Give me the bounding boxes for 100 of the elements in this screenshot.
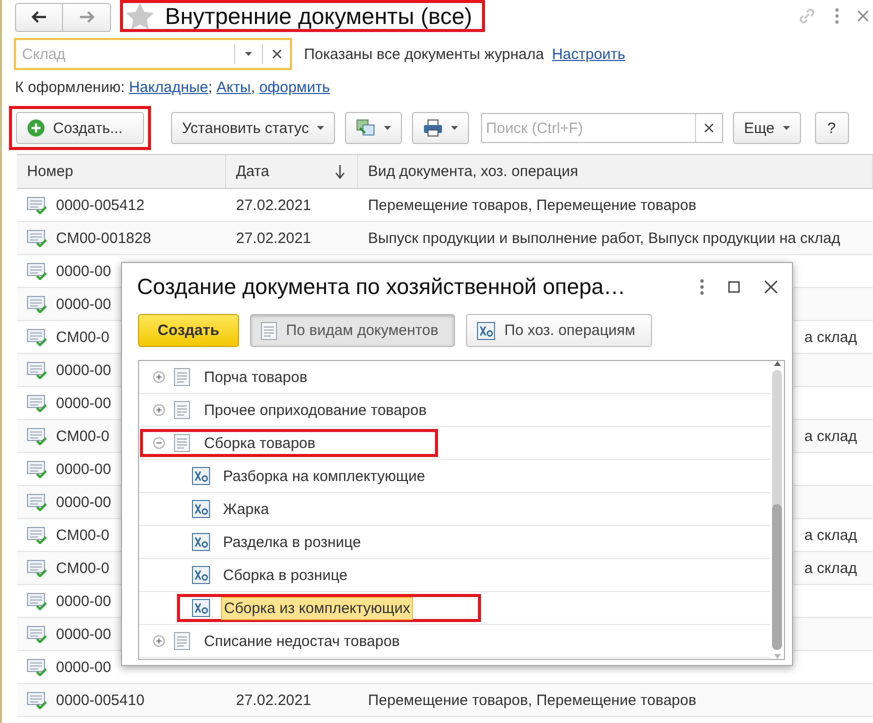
expand-icon[interactable] [153,635,165,647]
table-cell: а склад [804,560,857,576]
tree-item[interactable]: Прочее оприходование товаров [202,398,429,422]
tree-item[interactable]: Сборка товаров [202,432,318,454]
documents-icon [356,119,376,137]
table-cell: 0000-00 [56,262,112,280]
back-button[interactable] [15,2,63,32]
document-icon [174,434,190,452]
posted-document-icon [27,493,47,511]
expand-icon[interactable] [153,404,165,416]
table-cell: а склад [804,526,857,544]
shortcut-link[interactable]: Накладные [128,79,208,96]
table-cell-text: Перемещение товаров, Перемещение товаров [367,692,698,708]
posted-document-icon [27,427,47,445]
star-icon[interactable] [125,2,155,30]
column-header[interactable]: Номер [27,163,74,180]
posted-document-icon [27,526,47,544]
caret-icon [316,126,324,130]
table-cell: 0000-00 [56,362,112,378]
caret-icon [782,126,790,130]
print-button[interactable] [412,112,469,144]
posted-document-icon [27,328,47,346]
copy-button[interactable] [344,112,402,144]
table-cell-text: Перемещение товаров, Перемещение товаров [367,196,698,214]
operation-icon [192,533,210,551]
posted-document-icon [27,559,47,577]
maximize-icon[interactable] [728,281,740,293]
tree-item[interactable]: Жарка [221,498,271,520]
posted-document-icon [27,460,47,478]
tree-item[interactable]: Списание недостач товаров [202,630,402,652]
posted-document-icon [27,229,47,247]
view-toggle-button[interactable]: По видам документов [250,314,456,347]
warehouse-combo[interactable]: Склад [14,38,292,70]
posted-document-icon [27,295,47,313]
operation-icon [192,500,210,518]
operation-icon [477,322,496,340]
table-cell: CM00-0 [56,560,110,576]
left-arrow-icon [31,11,47,23]
table-cell: 0000-00 [56,592,112,610]
more-button[interactable]: Еще [732,112,801,144]
create-button[interactable]: Создать [138,314,239,347]
posted-document-icon [27,691,47,709]
table-cell: а склад [804,428,857,444]
search-box[interactable]: Поиск (Ctrl+F) [480,113,723,143]
table-cell: CM00-0 [56,328,110,346]
tree-item[interactable]: Порча товаров [202,366,310,388]
settings-link[interactable]: Настроить [552,46,626,62]
plus-icon [27,119,45,137]
table-cell: CM00-0 [56,526,110,544]
table-cell-text: 27.02.2021 [235,196,312,214]
posted-document-icon [27,625,47,643]
posted-document-icon [27,592,47,610]
sort-arrow-icon[interactable] [335,164,345,178]
table-cell: 0000-00 [56,658,112,676]
operation-icon [192,467,210,485]
shortcuts-text: К оформлению: Накладные; Акты, оформить [14,78,331,98]
table-cell: CM00-0 [56,428,110,444]
posted-document-icon [27,262,47,280]
help-button[interactable]: ? [814,112,849,144]
posted-document-icon [27,658,47,676]
view-toggle-button[interactable]: По хоз. операциям [466,314,652,347]
column-header[interactable]: Дата [236,163,270,180]
tree-item[interactable]: Разделка в рознице [221,530,363,554]
posted-document-icon [27,196,47,214]
right-arrow-icon [78,11,94,23]
table-cell: а склад [804,328,857,346]
table-row[interactable]: CM00-001828 27.02.2021 Выпуск продукции и выполнение работ, Выпуск продукции на склад [17,222,873,255]
document-icon [174,368,190,386]
tree-item[interactable]: Сборка в рознице [221,564,350,586]
table-cell: 0000-00 [56,296,112,312]
tree-item[interactable]: Разборка на комплектующие [221,464,428,488]
posted-document-icon [27,394,47,412]
shortcut-link[interactable]: оформить [259,79,330,96]
column-header[interactable]: Вид документа, хоз. операция [368,163,578,180]
clear-icon[interactable] [272,49,282,59]
set-status-button[interactable]: Установить статус [171,112,335,144]
table-cell: 0000-00 [56,494,112,510]
expand-icon[interactable] [153,371,165,383]
shortcut-link[interactable]: Акты [216,79,251,96]
collapse-icon[interactable] [153,437,165,449]
document-icon [174,401,190,419]
table-row[interactable]: 0000-005410 27.02.2021 Перемещение товаров, Перемещение товаров [17,684,873,717]
more-icon[interactable] [835,8,839,24]
table-cell: 0000-00 [56,626,112,642]
scrollbar[interactable] [770,361,784,659]
close-icon[interactable] [764,280,778,294]
more-icon[interactable] [700,279,704,295]
operation-icon [192,599,210,617]
scrollbar-thumb[interactable] [772,504,782,650]
table-cell-text: 27.02.2021 [235,230,312,246]
document-icon [261,322,277,340]
printer-icon [422,119,443,137]
caret-icon[interactable] [245,52,252,56]
scroll-up-icon[interactable] [774,361,780,366]
operation-icon [192,566,210,584]
clear-icon[interactable] [704,123,714,133]
filter-status-text: Показаны все документы журнала [304,46,544,62]
tree-item[interactable]: Сборка из комплектующих [221,596,414,620]
create-button[interactable]: Создать... [16,112,144,144]
table-cell: 0000-00 [56,394,112,412]
